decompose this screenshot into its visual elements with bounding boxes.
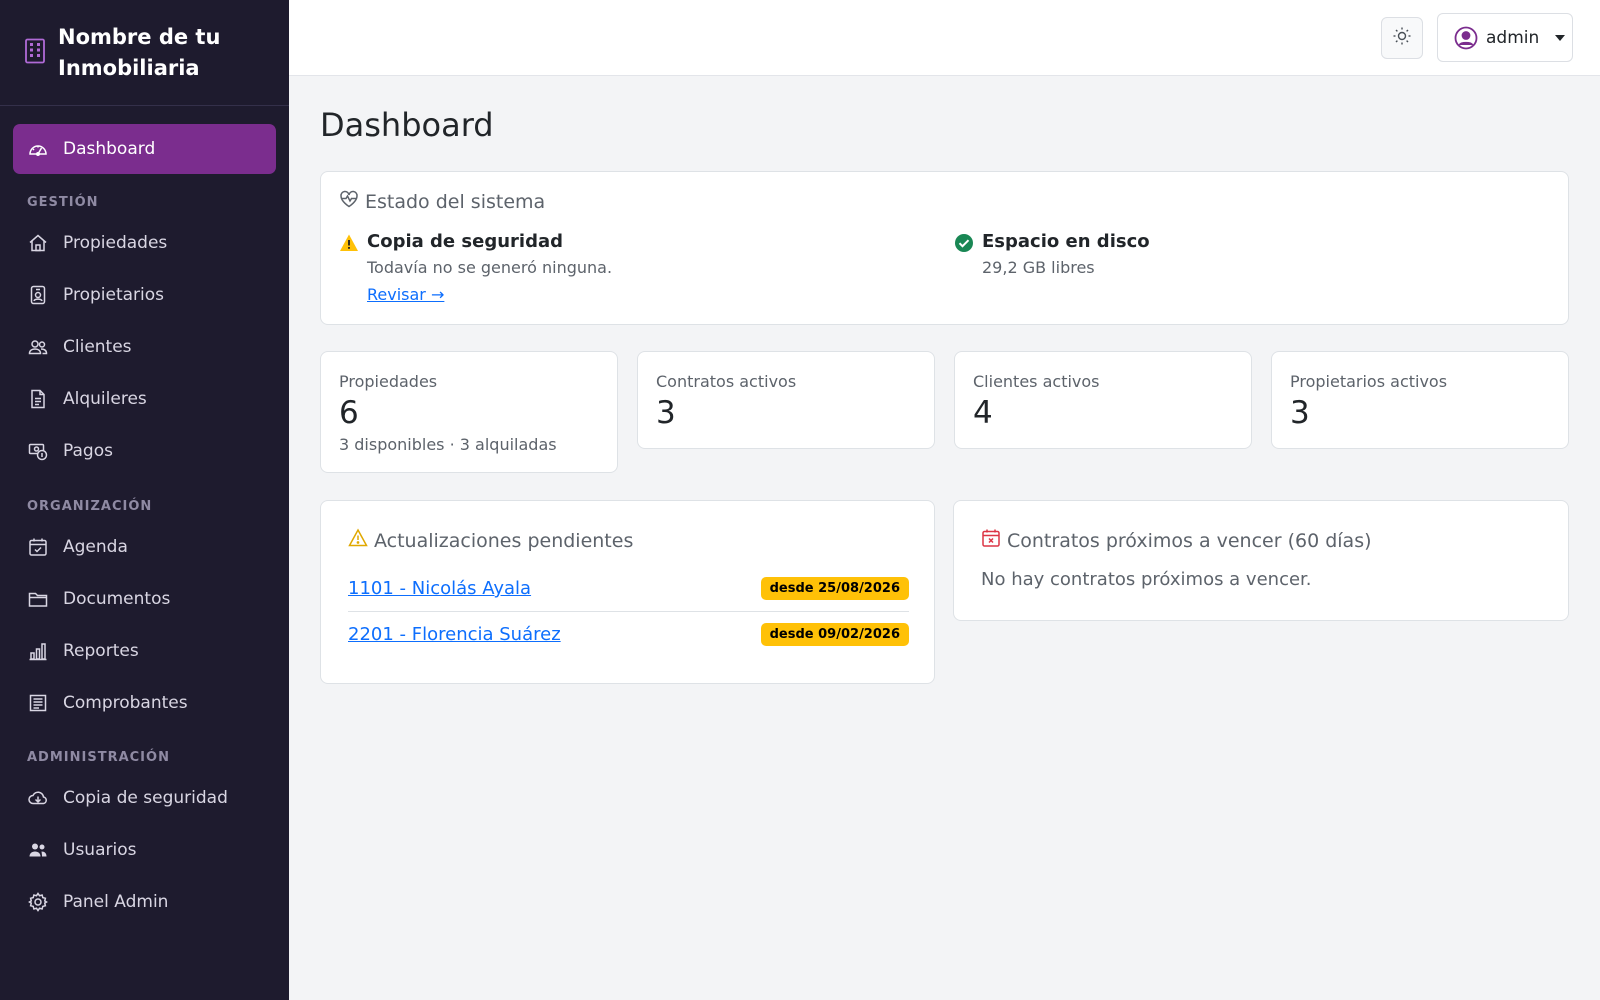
stat-label: Contratos activos — [656, 372, 797, 391]
user-circle-icon — [1454, 26, 1478, 50]
sidebar-item-label: Propiedades — [63, 233, 168, 253]
speedometer-icon — [27, 138, 49, 160]
sidebar-item-comprobantes[interactable]: Comprobantes — [13, 681, 276, 725]
sidebar-item-label: Agenda — [63, 537, 128, 557]
stat-card-clientes-activos[interactable]: Clientes activos 4 — [954, 351, 1252, 449]
disk-status: Espacio en disco 29,2 GB libres — [954, 231, 1150, 277]
list-item: 1101 - Nicolás Ayala desde 25/08/2026 — [348, 577, 909, 600]
sidebar-item-documentos[interactable]: Documentos — [13, 577, 276, 621]
stat-value: 3 — [1290, 395, 1310, 431]
page-title: Dashboard — [320, 106, 494, 144]
sidebar: Nombre de tu Inmobiliaria Dashboard GEST… — [0, 0, 289, 1000]
sidebar-item-dashboard[interactable]: Dashboard — [13, 124, 276, 174]
sidebar-item-label: Usuarios — [63, 840, 137, 860]
pending-updates-header: Actualizaciones pendientes — [348, 528, 633, 553]
sidebar-item-label: Comprobantes — [63, 693, 188, 713]
sidebar-item-panel-admin[interactable]: Panel Admin — [13, 880, 276, 924]
sidebar-item-propiedades[interactable]: Propiedades — [13, 221, 276, 265]
sidebar-item-label: Dashboard — [63, 139, 156, 159]
backup-status-title: Copia de seguridad — [367, 231, 563, 252]
stat-sub: 3 disponibles · 3 alquiladas — [339, 435, 557, 454]
brand-name: Nombre de tu Inmobiliaria — [58, 22, 220, 84]
stat-value: 3 — [656, 395, 676, 431]
backup-status: Copia de seguridad Todavía no se generó … — [339, 231, 612, 304]
people-icon — [27, 336, 49, 358]
date-badge: desde 09/02/2026 — [760, 623, 909, 646]
sun-icon — [1392, 26, 1412, 50]
user-name: admin — [1486, 27, 1540, 48]
sidebar-item-propietarios[interactable]: Propietarios — [13, 273, 276, 317]
brand[interactable]: Nombre de tu Inmobiliaria — [0, 0, 289, 106]
section-label-gestion: GESTIÓN — [27, 195, 99, 210]
people-fill-icon — [27, 839, 49, 861]
sidebar-item-copia-de-seguridad[interactable]: Copia de seguridad — [13, 776, 276, 820]
expiring-contracts-title: Contratos próximos a vencer (60 días) — [1007, 529, 1372, 552]
check-circle-icon — [954, 233, 974, 253]
sidebar-item-clientes[interactable]: Clientes — [13, 325, 276, 369]
sidebar-item-label: Pagos — [63, 441, 113, 461]
stat-value: 4 — [973, 395, 993, 431]
building-icon — [24, 38, 46, 64]
backup-status-desc: Todavía no se generó ninguna. — [367, 258, 613, 277]
chevron-down-icon — [1555, 34, 1566, 41]
sidebar-item-agenda[interactable]: Agenda — [13, 525, 276, 569]
sidebar-item-label: Panel Admin — [63, 892, 169, 912]
pending-updates-title: Actualizaciones pendientes — [374, 529, 634, 552]
stat-card-propietarios-activos[interactable]: Propietarios activos 3 — [1271, 351, 1569, 449]
pending-update-link[interactable]: 2201 - Florencia Suárez — [348, 624, 561, 645]
section-label-administracion: ADMINISTRACIÓN — [27, 750, 170, 765]
empty-state-text: No hay contratos próximos a vencer. — [981, 569, 1312, 590]
pending-update-link[interactable]: 1101 - Nicolás Ayala — [348, 578, 531, 599]
calendar-x-icon — [981, 528, 1007, 553]
system-status-header: Estado del sistema — [339, 189, 545, 214]
gear-icon — [27, 891, 49, 913]
heart-pulse-icon — [339, 189, 365, 214]
warning-outline-icon — [348, 528, 374, 553]
date-badge: desde 25/08/2026 — [760, 577, 909, 600]
stat-label: Propietarios activos — [1290, 372, 1448, 391]
file-text-icon — [27, 388, 49, 410]
disk-status-title: Espacio en disco — [982, 231, 1150, 252]
system-status-title: Estado del sistema — [365, 190, 546, 213]
stat-label: Propiedades — [339, 372, 438, 391]
user-menu-button[interactable]: admin — [1437, 13, 1573, 62]
cash-coin-icon — [27, 440, 49, 462]
brand-name-line2: Inmobiliaria — [58, 56, 200, 80]
system-status-card: Estado del sistema Copia de seguridad To… — [320, 171, 1569, 325]
sidebar-item-pagos[interactable]: Pagos — [13, 429, 276, 473]
brand-name-line1: Nombre de tu — [58, 25, 221, 49]
sidebar-item-reportes[interactable]: Reportes — [13, 629, 276, 673]
bar-chart-icon — [27, 640, 49, 662]
stat-label: Clientes activos — [973, 372, 1100, 391]
expiring-contracts-header: Contratos próximos a vencer (60 días) — [981, 528, 1372, 553]
review-backup-link[interactable]: Revisar → — [367, 285, 444, 304]
stat-value: 6 — [339, 395, 359, 431]
sidebar-item-label: Copia de seguridad — [63, 788, 228, 808]
warning-triangle-icon — [339, 233, 359, 253]
folder-icon — [27, 588, 49, 610]
sidebar-item-usuarios[interactable]: Usuarios — [13, 828, 276, 872]
receipt-icon — [27, 692, 49, 714]
list-divider — [348, 611, 909, 612]
expiring-contracts-card: Contratos próximos a vencer (60 días) No… — [953, 500, 1569, 621]
sidebar-item-label: Reportes — [63, 641, 139, 661]
sidebar-item-alquileres[interactable]: Alquileres — [13, 377, 276, 421]
person-badge-icon — [27, 284, 49, 306]
list-item: 2201 - Florencia Suárez desde 09/02/2026 — [348, 623, 909, 646]
disk-status-desc: 29,2 GB libres — [982, 258, 1095, 277]
sidebar-item-label: Alquileres — [63, 389, 147, 409]
sidebar-item-label: Documentos — [63, 589, 171, 609]
sidebar-item-label: Propietarios — [63, 285, 164, 305]
stat-card-contratos-activos[interactable]: Contratos activos 3 — [637, 351, 935, 449]
pending-updates-card: Actualizaciones pendientes 1101 - Nicolá… — [320, 500, 935, 684]
cloud-download-icon — [27, 787, 49, 809]
calendar-check-icon — [27, 536, 49, 558]
house-icon — [27, 232, 49, 254]
theme-toggle-button[interactable] — [1381, 17, 1423, 59]
stat-card-propiedades[interactable]: Propiedades 6 3 disponibles · 3 alquilad… — [320, 351, 618, 473]
sidebar-item-label: Clientes — [63, 337, 132, 357]
section-label-organizacion: ORGANIZACIÓN — [27, 499, 153, 514]
